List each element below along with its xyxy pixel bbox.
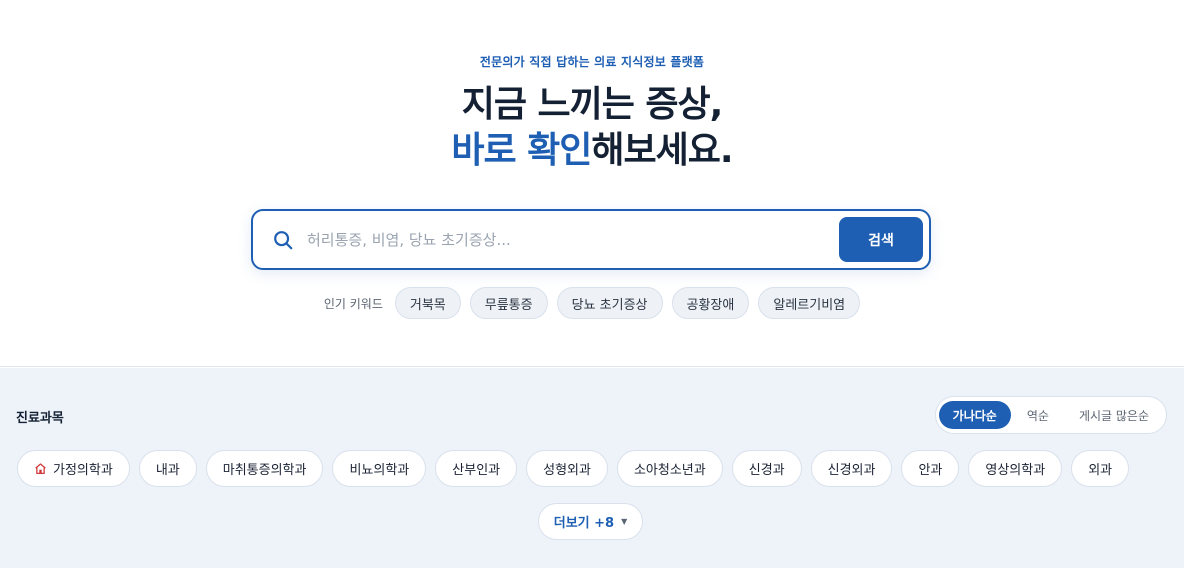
department-chip[interactable]: 가정의학과 <box>17 450 130 487</box>
sort-alphabetical[interactable]: 가나다순 <box>938 401 1011 429</box>
department-chip[interactable]: 소아청소년과 <box>616 450 723 487</box>
sort-most-posts[interactable]: 게시글 많은순 <box>1065 401 1163 429</box>
sort-reverse[interactable]: 역순 <box>1013 401 1063 429</box>
tagline: 전문의가 직접 답하는 의료 지식정보 플랫폼 <box>479 55 705 69</box>
page-title: 지금 느끼는 증상, 바로 확인해보세요. <box>0 82 1184 174</box>
popular-keywords-label: 인기 키워드 <box>323 296 383 311</box>
department-chip[interactable]: 비뇨의학과 <box>332 450 427 487</box>
headline-line1: 지금 느끼는 증상, <box>461 84 724 125</box>
keyword-chip[interactable]: 당뇨 초기증상 <box>556 287 663 319</box>
department-chip[interactable]: 마취통증의학과 <box>205 450 324 487</box>
departments-title: 진료과목 <box>16 411 64 426</box>
headline-accent: 바로 확인 <box>451 130 592 171</box>
sort-toggle: 가나다순 역순 게시글 많은순 <box>934 396 1167 434</box>
department-chip[interactable]: 신경과 <box>731 450 802 487</box>
home-icon <box>35 463 46 475</box>
keyword-chip[interactable]: 공황장애 <box>671 287 750 319</box>
departments-section: 진료과목 가나다순 역순 게시글 많은순 가정의학과 내과 마취통증의학과 비뇨… <box>0 368 1184 568</box>
department-list: 가정의학과 내과 마취통증의학과 비뇨의학과 산부인과 성형외과 소아청소년과 … <box>17 450 1174 487</box>
search-icon <box>274 231 293 250</box>
more-departments-button[interactable]: 더보기 +8 ▼ <box>538 503 643 540</box>
search-box: 검색 <box>251 209 931 270</box>
department-chip[interactable]: 외과 <box>1071 450 1130 487</box>
department-chip[interactable]: 성형외과 <box>526 450 608 487</box>
search-button[interactable]: 검색 <box>839 217 923 262</box>
department-chip[interactable]: 산부인과 <box>435 450 518 487</box>
hero-section: 전문의가 직접 답하는 의료 지식정보 플랫폼 지금 느끼는 증상, 바로 확인… <box>0 0 1184 367</box>
keyword-chip[interactable]: 거북목 <box>394 287 461 319</box>
department-chip[interactable]: 신경외과 <box>810 450 893 487</box>
keyword-chip[interactable]: 알레르기비염 <box>758 287 861 319</box>
search-input[interactable] <box>307 221 827 259</box>
department-chip[interactable]: 내과 <box>138 450 197 487</box>
department-chip[interactable]: 영상의학과 <box>968 450 1063 487</box>
more-label: 더보기 +8 <box>553 516 615 531</box>
keyword-chip[interactable]: 무릎통증 <box>469 287 548 319</box>
department-chip[interactable]: 안과 <box>901 450 960 487</box>
popular-keywords: 인기 키워드 거북목 무릎통증 당뇨 초기증상 공황장애 알레르기비염 <box>0 287 1184 319</box>
caret-down-icon: ▼ <box>621 517 628 526</box>
headline-rest: 해보세요. <box>591 130 733 171</box>
department-label: 가정의학과 <box>53 463 113 478</box>
